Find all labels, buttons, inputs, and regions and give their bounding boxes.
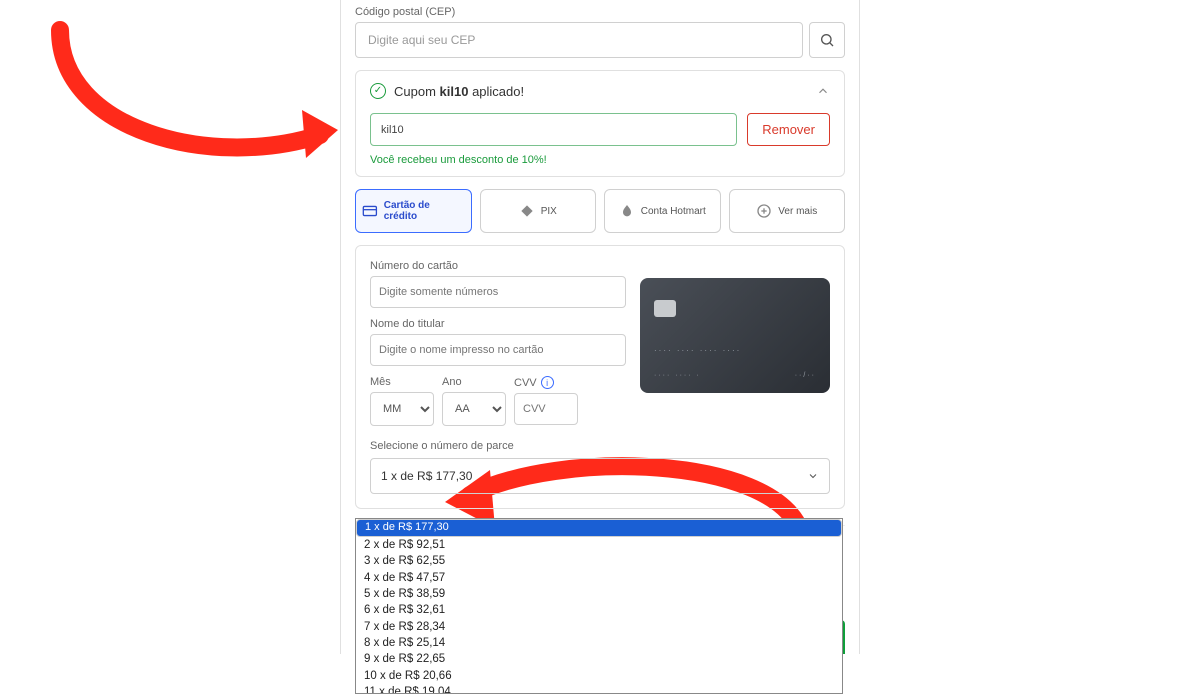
payment-panel: Número do cartão Nome do titular Mês MM … — [355, 245, 845, 509]
year-select[interactable]: AA — [442, 392, 506, 426]
installments-option[interactable]: 7 x de R$ 28,34 — [356, 619, 842, 635]
coupon-body: Remover — [370, 113, 830, 146]
payment-method-label: PIX — [541, 206, 557, 217]
payment-methods: Cartão de crédito PIX Conta Hotmart Ver … — [355, 189, 845, 233]
card-chip-icon — [654, 300, 676, 317]
info-icon[interactable]: i — [541, 376, 554, 389]
annotation-arrow-top — [30, 10, 350, 180]
installments-option[interactable]: 1 x de R$ 177,30 — [356, 519, 842, 537]
coupon-input[interactable] — [370, 113, 737, 146]
cep-search-button[interactable] — [809, 22, 845, 58]
installments-selected: 1 x de R$ 177,30 — [381, 469, 472, 483]
installments-label: Selecione o número de parce — [370, 440, 830, 452]
payment-method-label: Ver mais — [778, 206, 817, 217]
card-preview-bottom: ···· ···· ···/·· — [654, 372, 816, 379]
coupon-title: Cupom kil10 aplicado! — [394, 84, 808, 99]
payment-method-pix[interactable]: PIX — [480, 189, 597, 233]
card-number-input[interactable] — [370, 276, 626, 308]
card-holder-input[interactable] — [370, 334, 626, 366]
month-label: Mês — [370, 376, 434, 388]
check-circle-icon — [370, 83, 386, 99]
installments-option[interactable]: 6 x de R$ 32,61 — [356, 602, 842, 618]
installments-option[interactable]: 2 x de R$ 92,51 — [356, 537, 842, 553]
chevron-up-icon — [816, 84, 830, 98]
cvv-label: CVV — [514, 377, 537, 389]
payment-method-label: Conta Hotmart — [641, 206, 706, 217]
payment-method-hotmart[interactable]: Conta Hotmart — [604, 189, 721, 233]
card-number-label: Número do cartão — [370, 260, 626, 272]
chevron-down-icon — [807, 470, 819, 482]
hotmart-icon — [619, 203, 635, 219]
installments-option[interactable]: 8 x de R$ 25,14 — [356, 635, 842, 651]
coupon-header[interactable]: Cupom kil10 aplicado! — [370, 83, 830, 99]
cep-label: Código postal (CEP) — [355, 6, 845, 18]
payment-method-label: Cartão de crédito — [384, 200, 465, 222]
coupon-box: Cupom kil10 aplicado! Remover Você receb… — [355, 70, 845, 177]
card-preview-col: ···· ···· ···· ···· ···· ···· ···/·· — [640, 260, 830, 426]
pix-icon — [519, 203, 535, 219]
month-select[interactable]: MM — [370, 392, 434, 426]
installments-select[interactable]: 1 x de R$ 177,30 — [370, 458, 830, 494]
year-label: Ano — [442, 376, 506, 388]
cep-row — [355, 22, 845, 58]
card-holder-label: Nome do titular — [370, 318, 626, 330]
cvv-label-row: CVV i — [514, 376, 578, 389]
installments-option[interactable]: 11 x de R$ 19,04 — [356, 684, 842, 694]
card-preview-number: ···· ···· ···· ···· — [654, 346, 741, 355]
installments-option[interactable]: 5 x de R$ 38,59 — [356, 586, 842, 602]
search-icon — [819, 32, 835, 48]
cep-input[interactable] — [355, 22, 803, 58]
plus-circle-icon — [756, 203, 772, 219]
installments-option[interactable]: 3 x de R$ 62,55 — [356, 553, 842, 569]
coupon-message: Você recebeu um desconto de 10%! — [370, 154, 830, 166]
payment-method-more[interactable]: Ver mais — [729, 189, 846, 233]
installments-option[interactable]: 9 x de R$ 22,65 — [356, 651, 842, 667]
payment-method-credit-card[interactable]: Cartão de crédito — [355, 189, 472, 233]
coupon-remove-button[interactable]: Remover — [747, 113, 830, 146]
installments-option[interactable]: 10 x de R$ 20,66 — [356, 668, 842, 684]
card-preview: ···· ···· ···· ···· ···· ···· ···/·· — [640, 278, 830, 393]
cvv-input[interactable] — [514, 393, 578, 425]
credit-card-icon — [362, 203, 378, 219]
installments-dropdown[interactable]: 1 x de R$ 177,30 2 x de R$ 92,51 3 x de … — [355, 518, 843, 694]
installments-option[interactable]: 4 x de R$ 47,57 — [356, 570, 842, 586]
